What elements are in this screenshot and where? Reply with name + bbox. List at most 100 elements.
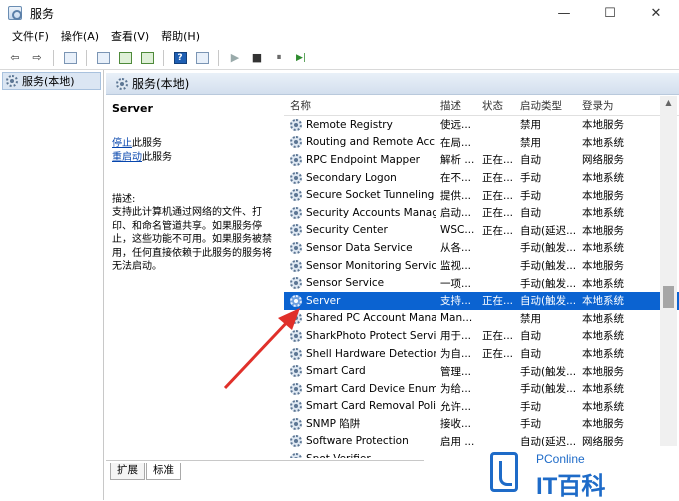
toolbar-divider (53, 49, 54, 66)
service-startup-type: 手动(触发... (520, 242, 577, 255)
close-button[interactable]: ✕ (633, 0, 679, 26)
restart-service-icon[interactable]: ▶| (292, 49, 310, 67)
selected-service-title: Server (112, 102, 153, 115)
service-startup-type: 自动 (520, 154, 541, 167)
column-header-status[interactable]: 状态 (478, 98, 516, 113)
restart-service-link[interactable]: 重启动 (112, 152, 142, 163)
service-status: 正在... (482, 172, 514, 185)
service-name: Shell Hardware Detection (284, 347, 436, 360)
maximize-button[interactable]: ☐ (587, 0, 633, 26)
properties-icon[interactable] (94, 49, 112, 67)
help-icon[interactable]: ? (171, 49, 189, 67)
service-name: Server (284, 294, 436, 307)
service-name-text: Smart Card Removal Poli... (306, 400, 436, 413)
tree-item-label: 服务(本地) (22, 75, 75, 88)
refresh-icon[interactable] (116, 49, 134, 67)
service-row[interactable]: Security Accounts Manag... 启动... 正在... 自动 本地… (284, 204, 679, 222)
service-logon-as: 本地系统 (582, 348, 624, 361)
service-name-text: Spot Verifier (306, 453, 371, 458)
service-row[interactable]: Shared PC Account Mana... Man... 禁用 本地系统 (284, 310, 679, 328)
service-name: Sensor Service (284, 277, 436, 290)
menu-view[interactable]: 查看(V) (105, 28, 155, 44)
minimize-button[interactable]: — (541, 0, 587, 26)
service-name: Shared PC Account Mana... (284, 312, 436, 325)
service-row[interactable]: Secure Socket Tunneling ... 提供... 正在... 手动 本… (284, 186, 679, 204)
service-name: Sensor Monitoring Service (284, 259, 436, 272)
service-row[interactable]: RPC Endpoint Mapper 解析 ... 正在... 自动 网络服务 (284, 151, 679, 169)
service-description: 提供... (440, 189, 472, 202)
service-gear-icon (290, 435, 302, 448)
service-row[interactable]: Smart Card 管理... 手动(触发... 本地服务 (284, 362, 679, 380)
column-header-logon-as[interactable]: 登录为 (578, 98, 664, 113)
service-row[interactable]: Secondary Logon 在不... 正在... 手动 本地系统 (284, 169, 679, 187)
window-controls: — ☐ ✕ (541, 0, 679, 26)
scrollbar-thumb[interactable] (663, 286, 674, 308)
list-header: ^ 名称 描述 状态 启动类型 登录为 (284, 96, 679, 116)
service-row[interactable]: Shell Hardware Detection 为自... 正在... 自动 本地系统 (284, 345, 679, 363)
service-description: 在不... (440, 172, 472, 185)
stop-service-suffix: 此服务 (132, 138, 162, 149)
pause-service-icon[interactable]: ⏸ (270, 49, 288, 67)
service-name-text: Smart Card Device Enum... (306, 382, 436, 395)
menu-help[interactable]: 帮助(H) (155, 28, 206, 44)
service-description: 允许... (440, 400, 472, 413)
scroll-up-arrow-icon[interactable]: ▲ (660, 96, 677, 110)
service-row[interactable]: Sensor Service 一项... 手动(触发... 本地系统 (284, 274, 679, 292)
restart-service-line: 重启动此服务 (112, 151, 278, 165)
stop-service-link[interactable]: 停止 (112, 138, 132, 149)
toolbar-divider (163, 49, 164, 66)
tab-extended[interactable]: 扩展 (110, 463, 145, 480)
service-row[interactable]: Smart Card Removal Poli... 允许... 手动 本地系统 (284, 398, 679, 416)
column-header-startup-type[interactable]: 启动类型 (516, 98, 578, 113)
service-row[interactable]: Server 支持... 正在... 自动(触发... 本地系统 (284, 291, 679, 310)
description-label: 描述: (112, 194, 136, 205)
menu-action[interactable]: 操作(A) (55, 28, 105, 44)
console-tree-icon[interactable] (61, 49, 79, 67)
service-logon-as: 本地服务 (582, 119, 624, 132)
pconline-logo-icon (490, 452, 518, 492)
service-row[interactable]: Security Center WSC... 正在... 自动(延迟... 本地服务 (284, 222, 679, 240)
service-name: Secondary Logon (284, 171, 436, 184)
service-gear-icon (290, 294, 302, 307)
action-pane-icon[interactable] (193, 49, 211, 67)
watermark-small-text: PConline (536, 452, 585, 466)
service-row[interactable]: SharkPhoto Protect Servi... 用于... 正在... 自动 本… (284, 327, 679, 345)
service-row[interactable]: Remote Registry 使远... 禁用 本地服务 (284, 116, 679, 134)
tab-standard[interactable]: 标准 (146, 463, 181, 480)
column-header-description[interactable]: 描述 (436, 98, 478, 113)
service-row[interactable]: Sensor Data Service 从各... 手动(触发... 本地系统 (284, 239, 679, 257)
service-startup-type: 自动(延迟... (520, 224, 577, 237)
menu-file[interactable]: 文件(F) (6, 28, 55, 44)
service-status: 正在... (482, 189, 514, 202)
service-row[interactable]: Routing and Remote Acc... 在局... 禁用 本地系统 (284, 134, 679, 152)
service-gear-icon (290, 259, 302, 272)
service-startup-type: 禁用 (520, 119, 541, 132)
service-row[interactable]: SNMP 陷阱 接收... 手动 本地服务 (284, 415, 679, 433)
service-name: Routing and Remote Acc... (284, 136, 436, 149)
service-name-text: Security Accounts Manag... (306, 206, 436, 219)
vertical-scrollbar[interactable]: ▲ (660, 96, 677, 458)
service-row[interactable]: Sensor Monitoring Service 监视... 手动(触发... 本地… (284, 257, 679, 275)
forward-arrow-icon[interactable]: ⇨ (28, 49, 46, 67)
service-row[interactable]: Smart Card Device Enum... 为给... 手动(触发... 本地… (284, 380, 679, 398)
title-bar: 服务 — ☐ ✕ (0, 0, 679, 26)
service-name: RPC Endpoint Mapper (284, 153, 436, 166)
service-logon-as: 本地服务 (582, 224, 624, 237)
tree-item-services-local[interactable]: 服务(本地) (2, 72, 101, 90)
service-description: 使远... (440, 119, 472, 132)
window-title: 服务 (30, 6, 55, 21)
service-name: Smart Card Device Enum... (284, 382, 436, 395)
service-gear-icon (290, 189, 302, 202)
service-name: SharkPhoto Protect Servi... (284, 329, 436, 342)
export-list-icon[interactable] (138, 49, 156, 67)
service-description: 接收... (440, 418, 472, 431)
back-arrow-icon[interactable]: ⇦ (6, 49, 24, 67)
start-service-icon[interactable]: ▶ (226, 49, 244, 67)
stop-service-icon[interactable]: ■ (248, 49, 266, 67)
service-startup-type: 手动(触发... (520, 365, 577, 378)
service-name-text: RPC Endpoint Mapper (306, 153, 420, 166)
watermark: PConline IT百科 (424, 446, 679, 500)
service-startup-type: 手动(触发... (520, 277, 577, 290)
service-description: 解析 ... (440, 154, 475, 167)
services-gear-icon (116, 77, 128, 90)
